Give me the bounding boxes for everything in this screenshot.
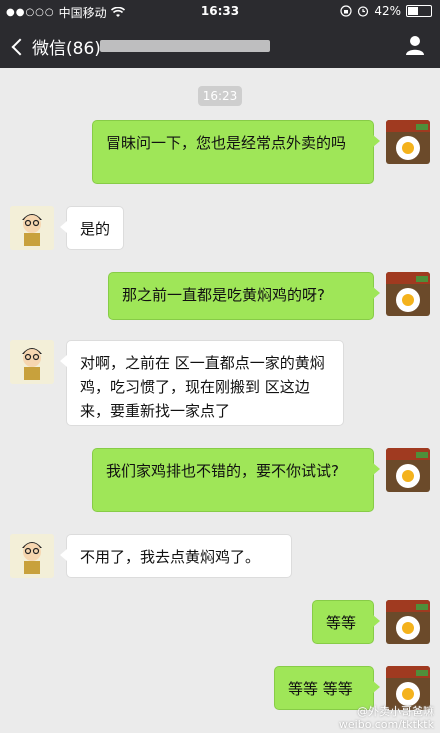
rotation-lock-icon xyxy=(340,5,352,17)
chevron-left-icon xyxy=(11,38,29,55)
avatar[interactable] xyxy=(10,340,54,384)
watermark-url: weibo.com/tktktk xyxy=(338,718,434,731)
message-text: 等等 等等 xyxy=(288,680,353,698)
avatar[interactable] xyxy=(386,666,430,710)
message-text: 对啊，之前在 区一直都点一家的黄焖鸡，吃习惯了，现在刚搬到 区这边来，要重新找一… xyxy=(80,354,325,420)
avatar[interactable] xyxy=(10,534,54,578)
cartoon-avatar-icon xyxy=(10,206,54,250)
message-bubble-received[interactable]: 是的 xyxy=(60,206,124,250)
censored-contact-name xyxy=(100,40,270,52)
weibo-watermark: @外卖小哥爸嘛 weibo.com/tktktk xyxy=(339,705,434,731)
cartoon-avatar-icon xyxy=(10,340,54,384)
message-bubble-received[interactable]: 不用了，我去点黄焖鸡了。 xyxy=(60,534,292,578)
food-avatar-icon xyxy=(386,448,430,492)
cartoon-avatar-icon xyxy=(10,534,54,578)
status-right: 42% xyxy=(340,4,432,18)
food-avatar-icon xyxy=(386,666,430,710)
person-icon[interactable] xyxy=(404,34,426,56)
battery-icon xyxy=(406,5,432,17)
message-text: 我们家鸡排也不错的，要不你试试? xyxy=(106,462,339,480)
message-text: 等等 xyxy=(326,614,357,632)
avatar[interactable] xyxy=(386,272,430,316)
message-text: 冒昧问一下，您也是经常点外卖的吗 xyxy=(106,134,347,152)
message-bubble-sent[interactable]: 等等 xyxy=(312,600,380,644)
nav-bar: 微信(86) xyxy=(0,24,440,68)
back-label: 微信(86) xyxy=(32,39,101,59)
food-avatar-icon xyxy=(386,120,430,164)
message-text: 是的 xyxy=(80,220,111,238)
food-avatar-icon xyxy=(386,272,430,316)
food-avatar-icon xyxy=(386,600,430,644)
avatar[interactable] xyxy=(10,206,54,250)
chat-timestamp: 16:23 xyxy=(198,86,242,106)
message-bubble-sent[interactable]: 等等 等等 xyxy=(274,666,380,710)
message-text: 不用了，我去点黄焖鸡了。 xyxy=(80,548,261,566)
avatar[interactable] xyxy=(386,448,430,492)
avatar[interactable] xyxy=(386,600,430,644)
message-bubble-sent[interactable]: 我们家鸡排也不错的，要不你试试? xyxy=(92,448,380,512)
battery-fill xyxy=(408,7,419,15)
alarm-icon xyxy=(358,6,369,17)
message-bubble-received[interactable]: 对啊，之前在 区一直都点一家的黄焖鸡，吃习惯了，现在刚搬到 区这边来，要重新找一… xyxy=(60,340,344,426)
watermark-handle: @外卖小哥爸嘛 xyxy=(357,705,434,718)
avatar[interactable] xyxy=(386,120,430,164)
message-text: 那之前一直都是吃黄焖鸡的呀? xyxy=(122,286,325,304)
battery-percent: 42% xyxy=(374,4,401,18)
message-bubble-sent[interactable]: 那之前一直都是吃黄焖鸡的呀? xyxy=(108,272,380,320)
status-bar: ●●○○○ 中国移动 16:33 42% xyxy=(0,0,440,24)
back-button[interactable]: 微信(86) xyxy=(10,34,101,59)
message-bubble-sent[interactable]: 冒昧问一下，您也是经常点外卖的吗 xyxy=(92,120,380,184)
